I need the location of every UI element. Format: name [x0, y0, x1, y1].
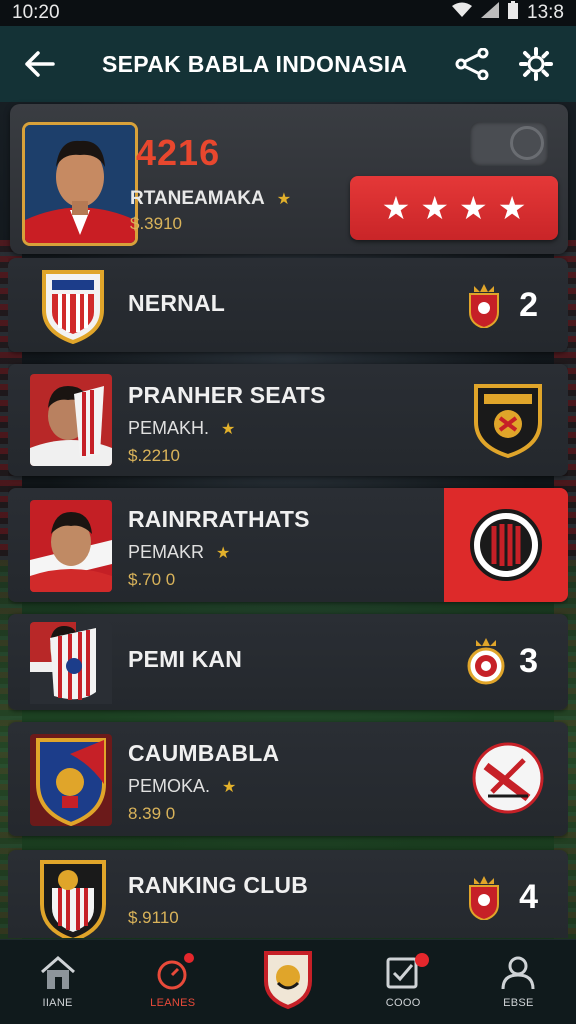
row-subtitle-text: PEMOKA. [128, 776, 211, 796]
star-icon: ★ [216, 545, 231, 562]
list-item[interactable]: CAUMBABLA PEMOKA. ★ 8.39 0 [8, 722, 568, 836]
nav-home[interactable]: IIANE [8, 955, 108, 1009]
star-icon: ★ [459, 190, 488, 226]
app-bar: SEPAK BABLA INDONASIA [0, 26, 576, 102]
settings-button[interactable] [514, 42, 558, 86]
share-icon [455, 48, 489, 80]
toggle-knob [510, 126, 544, 160]
row-price: $.2210 [128, 446, 180, 465]
status-time-right: 13:8 [527, 2, 564, 23]
club-crest-icon [472, 382, 544, 463]
star-icon: ★ [497, 190, 527, 226]
nav-label: COOO [385, 997, 421, 1009]
club-badge-icon [466, 282, 502, 333]
back-arrow-icon [25, 51, 55, 77]
player-photo [22, 122, 138, 246]
nav-leagues[interactable]: LEANES [123, 953, 223, 1009]
club-crest-icon [470, 509, 542, 581]
row-price: $.70 0 [128, 570, 176, 589]
row-subtitle-text: PEMAKR [128, 542, 205, 562]
row-subtitle: PEMAKH. ★ [128, 418, 235, 439]
club-crest-icon [38, 858, 108, 938]
row-subtitle: PEMOKA. ★ [128, 776, 236, 797]
nav-tasks[interactable]: COOO [353, 953, 453, 1009]
nav-label: LEANES [150, 997, 196, 1009]
rank-number: 2 [519, 286, 538, 324]
notification-dot [183, 953, 194, 963]
list-item[interactable]: RANKING CLUB $.9110 4 [8, 850, 568, 938]
list-item[interactable]: NERNAL 2 [8, 258, 568, 352]
featured-player-card[interactable]: 4216 RTANEAMAKA ★ $.3910 ★ ★ ★ ★ [10, 104, 568, 254]
player-photo [30, 622, 112, 710]
row-title: PEMI KAN [128, 646, 243, 672]
nav-label: IIANE [42, 997, 73, 1009]
list-item[interactable]: PRANHER SEATS PEMAKH. ★ $.2210 [8, 364, 568, 476]
club-crest-icon [263, 951, 312, 1009]
player-photo [30, 374, 112, 466]
club-badge-icon [466, 636, 506, 691]
star-icon: ★ [222, 779, 237, 796]
highlight-panel [444, 488, 568, 602]
nav-club[interactable] [238, 949, 338, 1015]
club-crest-icon [38, 266, 108, 344]
star-icon: ★ [420, 190, 449, 226]
battery-icon [507, 1, 519, 25]
list-item[interactable]: RAINRRATHATS PEMAKR ★ $.70 0 [8, 488, 568, 602]
player-photo [30, 500, 112, 592]
ranking-list: NERNAL 2 PRANHER SEATS PEMAKH. ★ $.2210 … [8, 258, 568, 938]
wifi-icon [451, 2, 473, 24]
status-bar: 10:20 13:8 [0, 0, 576, 26]
row-title: CAUMBABLA [128, 740, 280, 766]
favorite-toggle[interactable] [470, 122, 548, 166]
star-icon: ★ [221, 421, 236, 438]
player-score: 4216 [136, 132, 221, 173]
rank-number: 3 [519, 642, 538, 680]
row-title: NERNAL [128, 290, 226, 316]
club-badge-icon [466, 874, 502, 925]
bottom-navigation: IIANE LEANES COOO EBSE [0, 939, 576, 1024]
club-crest-icon [30, 734, 112, 826]
page-title: SEPAK BABLA INDONASIA [102, 50, 408, 77]
list-item[interactable]: PEMI KAN 3 [8, 614, 568, 710]
player-name: RTANEAMAKA ★ [130, 188, 291, 210]
row-title: RANKING CLUB [128, 872, 308, 898]
row-title: PRANHER SEATS [128, 382, 326, 408]
row-subtitle: PEMAKR ★ [128, 542, 230, 563]
rank-number: 4 [519, 878, 538, 916]
player-name-text: RTANEAMAKA [130, 188, 265, 209]
user-icon [501, 956, 535, 990]
nav-label: EBSE [503, 997, 534, 1009]
row-price: 8.39 0 [128, 804, 176, 823]
status-time: 10:20 [12, 2, 60, 23]
share-button[interactable] [450, 42, 494, 86]
signal-icon [481, 2, 500, 24]
home-icon [40, 956, 75, 989]
row-subtitle-text: PEMAKH. [128, 418, 210, 438]
row-title: RAINRRATHATS [128, 506, 310, 532]
notification-dot [415, 953, 430, 967]
club-crest-icon [470, 740, 546, 821]
back-button[interactable] [18, 42, 62, 86]
player-price: $.3910 [130, 214, 182, 233]
rating-button[interactable]: ★ ★ ★ ★ [350, 176, 558, 240]
star-icon: ★ [381, 190, 411, 226]
row-price: $.9110 [128, 908, 179, 927]
gear-icon [519, 47, 553, 81]
star-icon: ★ [276, 191, 292, 208]
nav-profile[interactable]: EBSE [468, 955, 568, 1009]
